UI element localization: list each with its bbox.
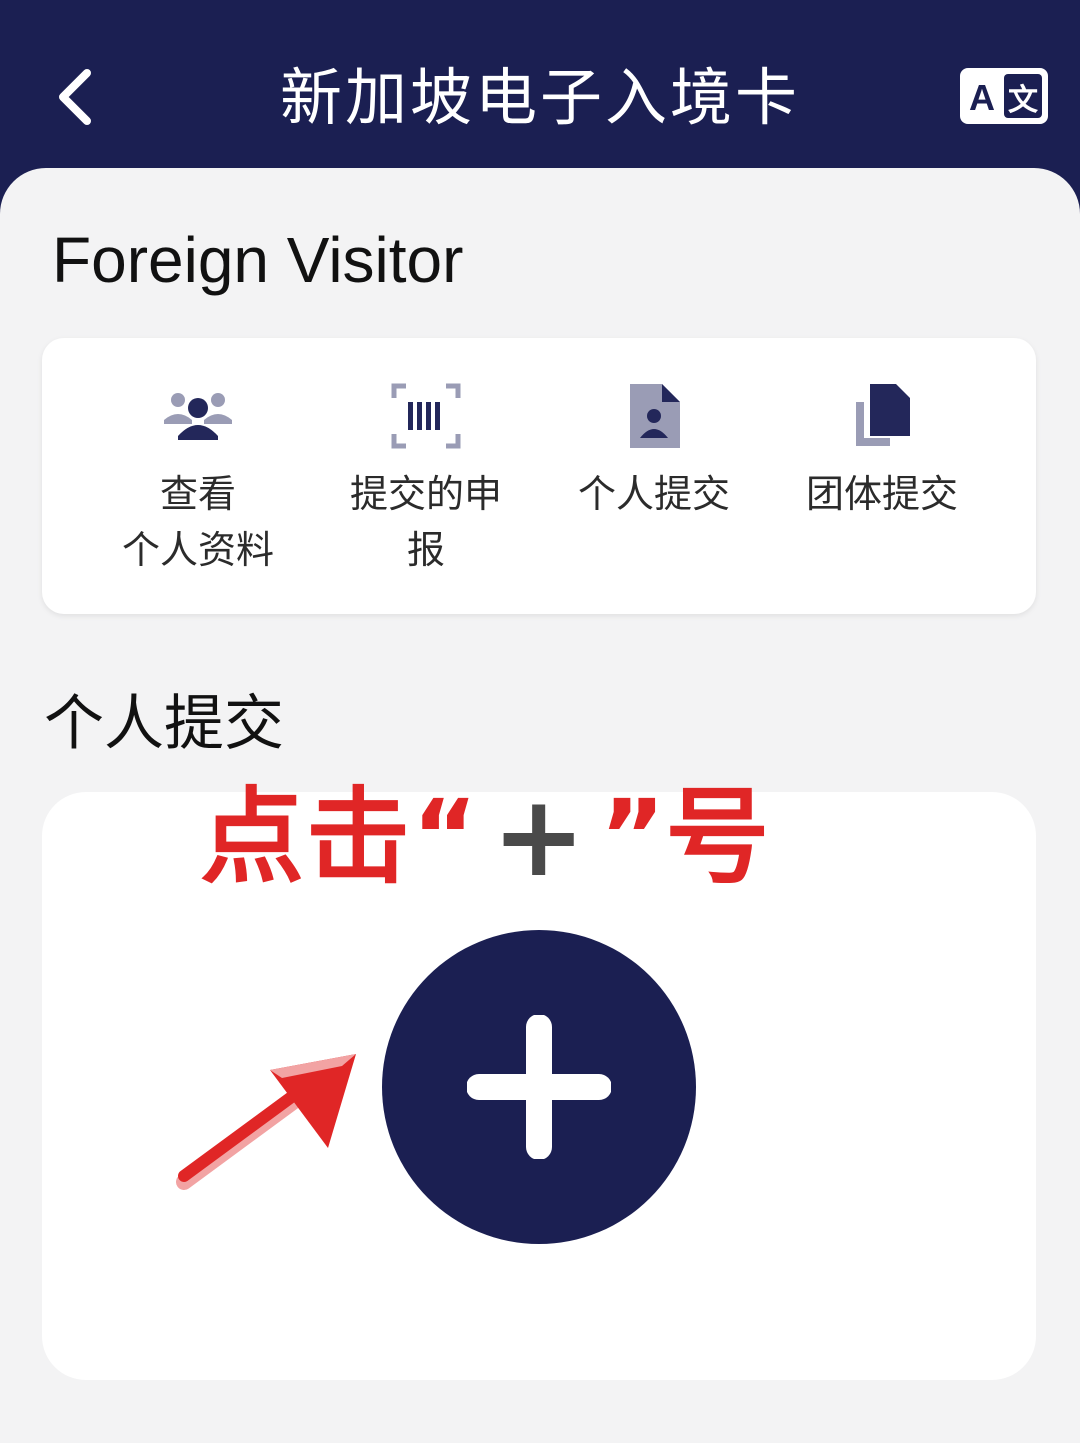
annotation-close-quote: ”	[599, 778, 666, 895]
menu-item-group-submission[interactable]: 团体提交	[762, 338, 1002, 614]
menu-item-view-profile[interactable]: 查看 个人资料	[78, 338, 318, 614]
tutorial-annotation: 点击 “ + ” 号	[200, 772, 840, 902]
barcode-scan-icon	[391, 383, 461, 449]
menu-item-label: 提交的申 报	[349, 472, 502, 572]
menu-item-label: 团体提交	[805, 472, 958, 516]
plus-icon	[467, 1015, 611, 1159]
red-arrow-icon	[176, 1054, 356, 1190]
page-header-title: 新加坡电子入境卡	[279, 61, 800, 134]
annotation-suffix: 号	[665, 776, 772, 898]
users-icon	[164, 393, 232, 440]
annotation-open-quote: “	[412, 778, 478, 895]
menu-item-label: 个人提交	[577, 472, 730, 516]
translate-icon-char: 文	[1008, 83, 1038, 118]
annotation-prefix: 点击	[200, 776, 413, 898]
quick-actions-card: 查看 个人资料 提交的申 报 个人提交 团体提交	[42, 338, 1036, 614]
translate-icon-letter: A	[969, 77, 995, 118]
person-document-icon	[630, 384, 680, 448]
language-toggle-button[interactable]: A 文	[958, 66, 1050, 126]
menu-item-submitted-declarations[interactable]: 提交的申 报	[306, 338, 546, 614]
annotation-plus: +	[491, 772, 586, 902]
menu-item-label: 查看 个人资料	[121, 472, 274, 572]
page-title: Foreign Visitor	[52, 224, 464, 296]
section-title: 个人提交	[44, 689, 284, 759]
translate-icon: A 文	[960, 68, 1048, 124]
menu-item-individual-submission[interactable]: 个人提交	[534, 338, 774, 614]
copy-documents-icon	[856, 384, 910, 446]
back-button[interactable]	[40, 52, 110, 142]
chevron-left-icon	[59, 69, 91, 125]
add-submission-button[interactable]	[382, 930, 696, 1244]
